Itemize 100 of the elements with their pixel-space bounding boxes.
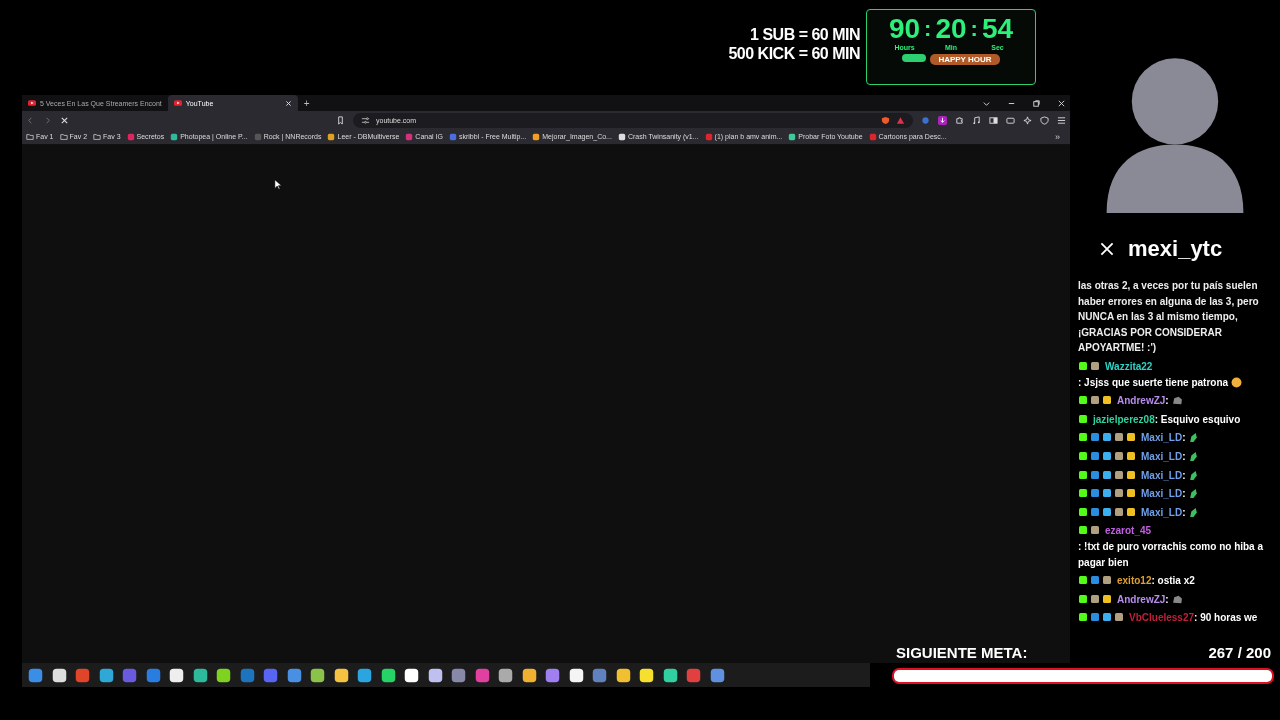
taskbar-app-icon[interactable]	[216, 667, 231, 683]
restore-icon[interactable]	[1032, 98, 1041, 108]
taskbar-app-icon[interactable]	[427, 667, 443, 683]
taskbar-app-icon[interactable]	[333, 667, 349, 683]
chat-message-text: :	[1182, 431, 1186, 446]
chat-badge-icon	[1078, 525, 1088, 536]
goal-rate-text: 1 SUB = 60 MIN	[749, 25, 860, 44]
emoji-face-icon	[1231, 376, 1243, 388]
chat-badge-icon	[1078, 395, 1088, 406]
chat-message-text: las otras 2, a veces por tu país suelen haber errores en alguna de las 3, pero NUNCA en las 3 al mismo tiempo, ¡GRACIAS POR CONSIDERAR APOYARTME! :')	[1078, 279, 1260, 356]
channel-name: mexi_ytc	[1128, 236, 1223, 262]
chat-message-text: :	[1165, 394, 1169, 409]
triangle-icon[interactable]	[896, 115, 905, 125]
rock-emote-icon	[1171, 395, 1183, 407]
extension-icon[interactable]	[921, 115, 930, 125]
chat-username: jazielperez08	[1093, 413, 1155, 425]
chat-badge-icon	[1078, 593, 1088, 604]
folder-icon	[26, 132, 34, 141]
close-icon[interactable]	[1057, 98, 1066, 108]
timer-digits: 54	[981, 14, 1014, 44]
chat-badge-icon	[1126, 506, 1136, 517]
leaf-emote-icon	[1188, 488, 1200, 500]
bookmark-icon[interactable]	[336, 115, 345, 125]
shield-icon[interactable]	[881, 115, 890, 125]
stop-loading-icon[interactable]	[60, 115, 69, 125]
chat-message-text: : ostia x2	[1151, 574, 1195, 589]
chat-badge-icon	[1114, 432, 1124, 443]
goal-rate-text: 500 KICK = 60 MIN	[728, 44, 860, 63]
chat-badge-icon	[1114, 450, 1124, 461]
chat-badge-icon	[1078, 575, 1088, 586]
chat-badge-icon	[1078, 413, 1088, 424]
chat-message-text: :	[1182, 505, 1186, 520]
favicon-icon	[532, 132, 541, 141]
chat-badge-icon	[1090, 432, 1100, 443]
goal-label: SIGUIENTE META:	[896, 644, 1028, 661]
taskbar-app-icon[interactable]	[51, 667, 67, 683]
new-tab-button[interactable]: +	[297, 97, 316, 109]
chat-badge-icon	[1126, 450, 1136, 461]
taskbar-app-icon[interactable]	[98, 667, 114, 683]
goal-count: 267 / 200	[1208, 644, 1271, 661]
taskbar-app-icon[interactable]	[615, 667, 631, 683]
chat-message-text: :	[1165, 592, 1169, 607]
chat-username: ezarot_45	[1105, 525, 1152, 537]
taskbar-app-icon[interactable]	[169, 667, 184, 683]
favicon-icon	[327, 132, 336, 141]
taskbar-app-icon[interactable]	[521, 667, 537, 683]
chat-message-text: : !txt de puro vorrachis como no hiba a pagar bien	[1078, 539, 1265, 570]
timer-digits: 20	[935, 14, 967, 44]
site-settings-icon[interactable]	[361, 115, 370, 125]
puzzle-icon[interactable]	[955, 115, 964, 125]
taskbar-app-icon[interactable]	[568, 667, 584, 683]
chat-badge-icon	[1114, 488, 1124, 499]
chat-badge-icon	[1090, 612, 1100, 623]
chat-badge-icon	[1102, 395, 1112, 406]
wallet-icon[interactable]	[1006, 115, 1015, 125]
shield-icon[interactable]	[1040, 115, 1049, 125]
taskbar-app-icon[interactable]	[310, 667, 325, 683]
chat-message-text: :	[1182, 449, 1186, 464]
music-icon[interactable]	[972, 115, 981, 125]
chat-badge-icon	[1090, 488, 1100, 499]
taskbar-app-icon[interactable]	[380, 667, 396, 683]
chat-message-text: :	[1182, 487, 1186, 502]
favicon-icon	[253, 132, 262, 141]
chat-badge-icon	[1090, 506, 1100, 517]
chat-badge-icon	[1102, 506, 1112, 517]
chat-message-text: :	[1182, 468, 1186, 483]
download-icon[interactable]	[938, 115, 947, 125]
sparkle-icon[interactable]	[1023, 115, 1032, 125]
chat-badge-icon	[1078, 612, 1088, 623]
taskbar-app-icon[interactable]	[192, 667, 208, 683]
rock-emote-icon	[1171, 593, 1183, 605]
more-bookmarks-button[interactable]: »	[1055, 131, 1066, 142]
chat-badge-icon	[1078, 360, 1088, 371]
favicon-icon	[448, 132, 457, 141]
taskbar-app-icon[interactable]	[639, 667, 654, 683]
menu-icon[interactable]	[1057, 115, 1066, 125]
chat-badge-icon	[1078, 506, 1088, 517]
chat-badge-icon	[1102, 488, 1112, 499]
taskbar-app-icon[interactable]	[498, 667, 513, 683]
chat-badge-icon	[1078, 450, 1088, 461]
taskbar-app-icon[interactable]	[357, 667, 372, 683]
taskbar-app-icon[interactable]	[662, 667, 678, 683]
chat-badge-icon	[1102, 575, 1112, 586]
chat-badge-icon	[1090, 593, 1100, 604]
timer-separator: :	[924, 15, 932, 43]
chat-badge-icon	[1090, 469, 1100, 480]
x-logo-icon	[1100, 242, 1114, 256]
leaf-emote-icon	[1188, 432, 1200, 444]
favicon-icon	[788, 132, 797, 141]
leaf-emote-icon	[1188, 450, 1200, 462]
chat-username: VbClueless27	[1129, 612, 1195, 624]
chat-badge-icon	[1114, 506, 1124, 517]
close-icon[interactable]	[284, 99, 292, 107]
taskbar-app-icon[interactable]	[404, 667, 419, 683]
chat-badge-icon	[1126, 469, 1136, 480]
chat-badge-icon	[1090, 450, 1100, 461]
chat-badge-icon	[1102, 593, 1112, 604]
folder-icon	[59, 132, 68, 141]
play-icon	[173, 99, 182, 107]
sidebar-icon[interactable]	[989, 115, 998, 125]
